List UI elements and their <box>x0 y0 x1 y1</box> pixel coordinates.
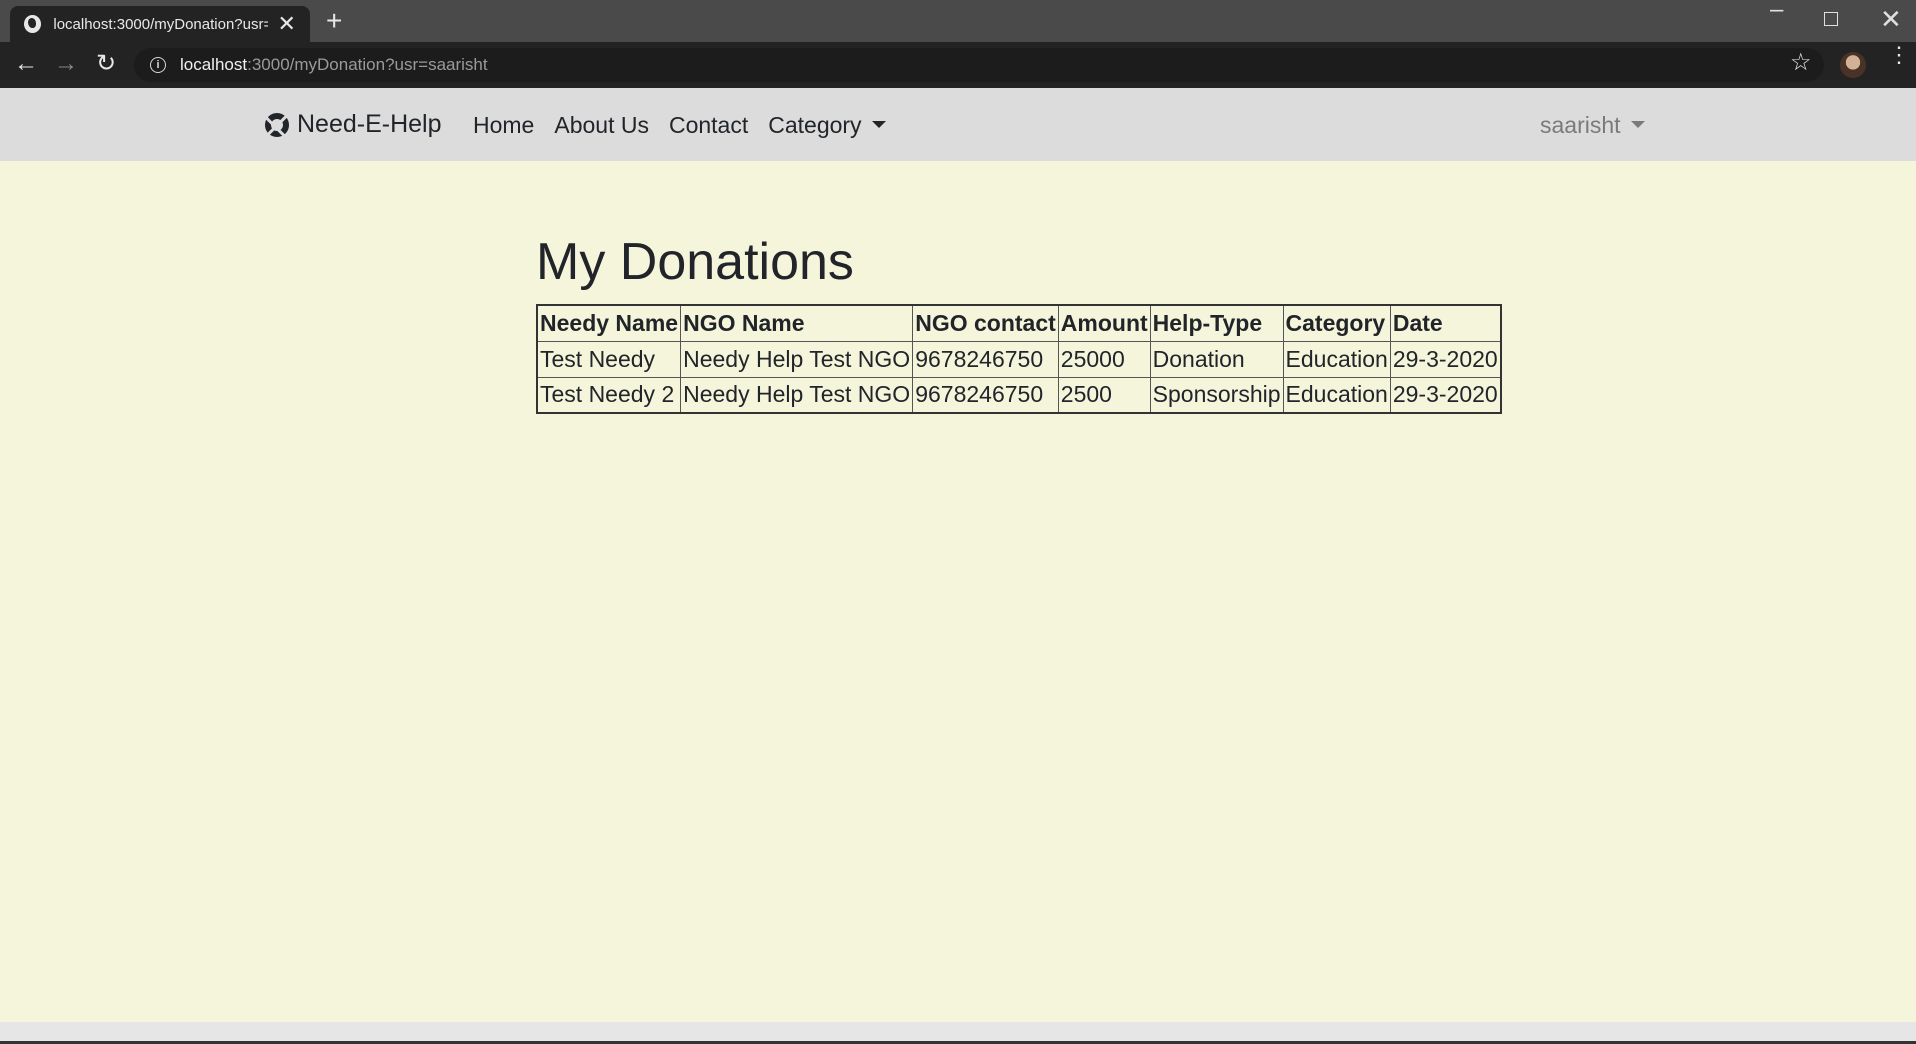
new-tab-button[interactable]: + <box>326 6 342 36</box>
reload-icon[interactable]: ↻ <box>96 50 116 78</box>
brand-link[interactable]: Need-E-Help <box>265 110 442 139</box>
cell-needy-name: Test Needy <box>536 340 682 378</box>
page-footer-strip <box>0 1022 1916 1044</box>
page-title: My Donations <box>536 233 854 291</box>
cell-date: 29-3-2020 <box>1389 340 1502 378</box>
header-category: Category <box>1282 304 1391 342</box>
nav-contact[interactable]: Contact <box>669 112 748 139</box>
user-name: saarisht <box>1540 112 1621 138</box>
site-navbar: Need-E-Help Home About Us Contact Catego… <box>0 88 1916 161</box>
header-date: Date <box>1389 304 1502 342</box>
caret-down-icon <box>1630 121 1645 129</box>
maximize-icon[interactable] <box>1824 12 1838 26</box>
url-host: localhost <box>180 55 248 74</box>
header-ngo-contact: NGO contact <box>912 304 1059 342</box>
globe-icon <box>24 15 42 33</box>
nav-home[interactable]: Home <box>473 112 534 139</box>
url-path: :3000/myDonation?usr=saarisht <box>247 55 488 74</box>
cell-amount: 25000 <box>1057 340 1151 378</box>
nav-links: Home About Us Contact Category <box>473 112 886 139</box>
cell-ngo-name: Needy Help Test NGO <box>680 340 914 378</box>
back-arrow-icon[interactable]: ← <box>14 50 38 78</box>
cell-category: Education <box>1282 340 1391 378</box>
cell-ngo-contact: 9678246750 <box>912 340 1059 378</box>
cell-help-type: Donation <box>1149 340 1284 378</box>
nav-category-label: Category <box>768 112 862 138</box>
tab-close-icon[interactable]: ✕ <box>278 13 296 35</box>
browser-toolbar: ← → ↻ i localhost:3000/myDonation?usr=sa… <box>0 42 1916 88</box>
cell-category: Education <box>1282 376 1391 414</box>
table-header-row: Needy Name NGO Name NGO contact Amount H… <box>536 304 1502 342</box>
url-text: localhost:3000/myDonation?usr=saarisht <box>180 55 488 75</box>
donations-table: Needy Name NGO Name NGO contact Amount H… <box>536 304 1502 414</box>
header-help-type: Help-Type <box>1149 304 1284 342</box>
cell-help-type: Sponsorship <box>1149 376 1284 414</box>
cell-needy-name: Test Needy 2 <box>536 376 682 414</box>
user-dropdown[interactable]: saarisht <box>1540 112 1645 139</box>
cell-amount: 2500 <box>1057 376 1151 414</box>
info-icon[interactable]: i <box>150 57 166 73</box>
nav-about-us[interactable]: About Us <box>554 112 649 139</box>
table-row: Test Needy 2 Needy Help Test NGO 9678246… <box>536 376 1502 414</box>
address-bar[interactable]: i localhost:3000/myDonation?usr=saarisht <box>134 48 1824 82</box>
tab-title: localhost:3000/myDonation?usr= <box>53 15 268 33</box>
header-needy-name: Needy Name <box>536 304 682 342</box>
minimize-icon[interactable]: – <box>1770 0 1783 24</box>
forward-arrow-icon[interactable]: → <box>54 50 78 78</box>
cell-ngo-contact: 9678246750 <box>912 376 1059 414</box>
profile-avatar[interactable] <box>1840 52 1866 78</box>
life-ring-icon <box>265 112 289 137</box>
browser-menu-icon[interactable]: ⋮ <box>1888 44 1910 66</box>
browser-tab[interactable]: localhost:3000/myDonation?usr= ✕ <box>10 6 310 42</box>
table-row: Test Needy Needy Help Test NGO 967824675… <box>536 340 1502 378</box>
window-close-icon[interactable]: ✕ <box>1880 4 1902 35</box>
browser-tab-bar: localhost:3000/myDonation?usr= ✕ + – ✕ <box>0 0 1916 42</box>
cell-date: 29-3-2020 <box>1389 376 1502 414</box>
cell-ngo-name: Needy Help Test NGO <box>680 376 914 414</box>
brand-name: Need-E-Help <box>297 110 442 138</box>
nav-category-dropdown[interactable]: Category <box>768 112 886 139</box>
header-ngo-name: NGO Name <box>680 304 914 342</box>
header-amount: Amount <box>1057 304 1151 342</box>
caret-down-icon <box>871 121 886 129</box>
bookmark-star-icon[interactable]: ☆ <box>1790 48 1812 77</box>
